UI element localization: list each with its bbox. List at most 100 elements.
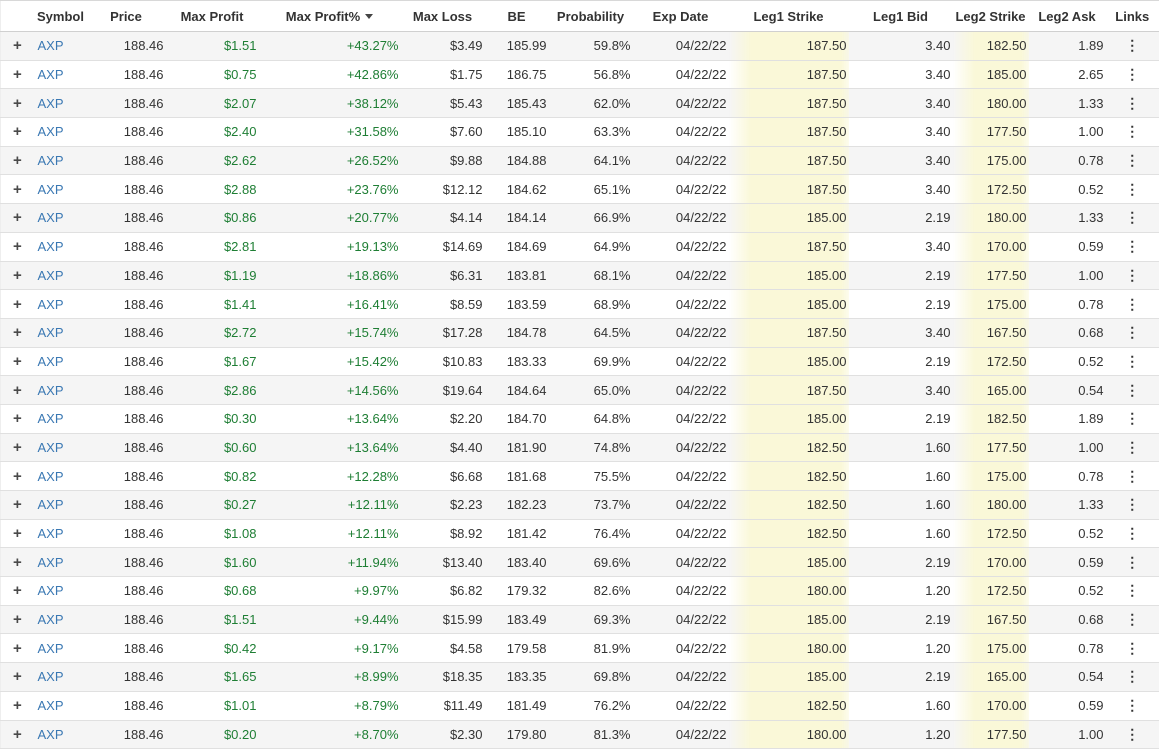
expand-row-icon[interactable]: + bbox=[13, 181, 22, 198]
row-menu-icon[interactable]: ⋮ bbox=[1125, 296, 1139, 312]
cell-probability: 64.9% bbox=[548, 232, 633, 262]
row-menu-icon[interactable]: ⋮ bbox=[1125, 37, 1139, 53]
column-header-leg1_bid[interactable]: Leg1 Bid bbox=[848, 0, 953, 32]
row-menu-icon[interactable]: ⋮ bbox=[1125, 66, 1139, 82]
symbol-link[interactable]: AXP bbox=[38, 67, 64, 82]
row-menu-icon[interactable]: ⋮ bbox=[1125, 496, 1139, 512]
row-menu-icon[interactable]: ⋮ bbox=[1125, 209, 1139, 225]
cell-max_profit_pct: +8.79% bbox=[258, 691, 401, 721]
expand-row-icon[interactable]: + bbox=[13, 152, 22, 169]
symbol-link[interactable]: AXP bbox=[38, 727, 64, 742]
row-menu-icon[interactable]: ⋮ bbox=[1125, 582, 1139, 598]
column-label: Max Profit% bbox=[285, 8, 361, 24]
row-menu-icon[interactable]: ⋮ bbox=[1125, 726, 1139, 742]
expand-row-icon[interactable]: + bbox=[13, 496, 22, 513]
column-header-max_profit_pct[interactable]: Max Profit% bbox=[258, 0, 401, 32]
symbol-link[interactable]: AXP bbox=[38, 583, 64, 598]
expand-row-icon[interactable]: + bbox=[13, 353, 22, 370]
expand-row-icon[interactable]: + bbox=[13, 525, 22, 542]
expand-row-icon[interactable]: + bbox=[13, 238, 22, 255]
symbol-link[interactable]: AXP bbox=[38, 669, 64, 684]
row-menu-icon[interactable]: ⋮ bbox=[1125, 181, 1139, 197]
row-menu-icon[interactable]: ⋮ bbox=[1125, 353, 1139, 369]
column-header-max_loss[interactable]: Max Loss bbox=[400, 0, 485, 32]
symbol-link[interactable]: AXP bbox=[38, 612, 64, 627]
column-header-exp_date[interactable]: Exp Date bbox=[632, 0, 729, 32]
column-header-be[interactable]: BE bbox=[484, 0, 549, 32]
column-header-leg2_ask[interactable]: Leg2 Ask bbox=[1028, 0, 1106, 32]
expand-row-icon[interactable]: + bbox=[13, 382, 22, 399]
row-menu-icon[interactable]: ⋮ bbox=[1125, 382, 1139, 398]
row-menu-icon[interactable]: ⋮ bbox=[1125, 267, 1139, 283]
expand-row-icon[interactable]: + bbox=[13, 582, 22, 599]
cell-max_profit_pct: +8.99% bbox=[258, 662, 401, 692]
row-menu-icon[interactable]: ⋮ bbox=[1125, 123, 1139, 139]
expand-row-icon[interactable]: + bbox=[13, 123, 22, 140]
row-menu-icon[interactable]: ⋮ bbox=[1125, 95, 1139, 111]
symbol-link[interactable]: AXP bbox=[38, 268, 64, 283]
column-header-leg2_strike[interactable]: Leg2 Strike bbox=[952, 0, 1029, 32]
column-header-leg1_strike[interactable]: Leg1 Strike bbox=[728, 0, 849, 32]
expand-row-icon[interactable]: + bbox=[13, 554, 22, 571]
expand-row-icon[interactable]: + bbox=[13, 37, 22, 54]
symbol-link[interactable]: AXP bbox=[38, 153, 64, 168]
row-menu-icon[interactable]: ⋮ bbox=[1125, 152, 1139, 168]
expand-row-icon[interactable]: + bbox=[13, 324, 22, 341]
symbol-link[interactable]: AXP bbox=[38, 354, 64, 369]
expand-row-icon[interactable]: + bbox=[13, 296, 22, 313]
symbol-link[interactable]: AXP bbox=[38, 96, 64, 111]
expand-row-icon[interactable]: + bbox=[13, 468, 22, 485]
results-table: Symbol Price Max Profit Max Profit% Max Loss… bbox=[0, 0, 1159, 750]
expand-row-icon[interactable]: + bbox=[13, 726, 22, 743]
expand-row-icon[interactable]: + bbox=[13, 410, 22, 427]
column-header-max_profit[interactable]: Max Profit bbox=[165, 0, 259, 32]
expand-row-icon[interactable]: + bbox=[13, 697, 22, 714]
row-menu-icon[interactable]: ⋮ bbox=[1125, 697, 1139, 713]
symbol-link[interactable]: AXP bbox=[38, 325, 64, 340]
symbol-link[interactable]: AXP bbox=[38, 440, 64, 455]
row-menu-icon[interactable]: ⋮ bbox=[1125, 554, 1139, 570]
symbol-link[interactable]: AXP bbox=[38, 38, 64, 53]
row-menu-icon[interactable]: ⋮ bbox=[1125, 410, 1139, 426]
symbol-link[interactable]: AXP bbox=[38, 469, 64, 484]
symbol-link[interactable]: AXP bbox=[38, 555, 64, 570]
table-row: + AXP 188.46 $0.86 +20.77% $4.14 184.14 66.9% 04… bbox=[0, 203, 1159, 233]
expand-row-icon[interactable]: + bbox=[13, 209, 22, 226]
cell-max_profit: $0.82 bbox=[165, 461, 259, 491]
symbol-link[interactable]: AXP bbox=[38, 239, 64, 254]
column-header-price[interactable]: Price bbox=[86, 0, 166, 32]
symbol-link[interactable]: AXP bbox=[38, 497, 64, 512]
row-menu-icon[interactable]: ⋮ bbox=[1125, 640, 1139, 656]
symbol-link[interactable]: AXP bbox=[38, 124, 64, 139]
row-menu-icon[interactable]: ⋮ bbox=[1125, 324, 1139, 340]
cell-price: 188.46 bbox=[86, 117, 166, 147]
symbol-link[interactable]: AXP bbox=[38, 383, 64, 398]
row-menu-icon[interactable]: ⋮ bbox=[1125, 468, 1139, 484]
cell-symbol: AXP bbox=[34, 576, 87, 606]
cell-exp_date: 04/22/22 bbox=[632, 60, 729, 90]
expand-row-icon[interactable]: + bbox=[13, 95, 22, 112]
symbol-link[interactable]: AXP bbox=[38, 182, 64, 197]
symbol-link[interactable]: AXP bbox=[38, 411, 64, 426]
expand-row-icon[interactable]: + bbox=[13, 611, 22, 628]
symbol-link[interactable]: AXP bbox=[38, 526, 64, 541]
symbol-link[interactable]: AXP bbox=[38, 297, 64, 312]
expand-row-icon[interactable]: + bbox=[13, 640, 22, 657]
cell-probability: 69.6% bbox=[548, 547, 633, 578]
expand-row-icon[interactable]: + bbox=[13, 66, 22, 83]
column-header-probability[interactable]: Probability bbox=[548, 0, 633, 32]
expand-row-icon[interactable]: + bbox=[13, 267, 22, 284]
cell-leg2_ask: 0.52 bbox=[1028, 576, 1106, 606]
row-menu-icon[interactable]: ⋮ bbox=[1125, 611, 1139, 627]
column-header-symbol[interactable]: Symbol bbox=[34, 0, 87, 32]
symbol-link[interactable]: AXP bbox=[38, 698, 64, 713]
row-menu-icon[interactable]: ⋮ bbox=[1125, 439, 1139, 455]
symbol-link[interactable]: AXP bbox=[38, 641, 64, 656]
expand-row-icon[interactable]: + bbox=[13, 668, 22, 685]
expand-row-icon[interactable]: + bbox=[13, 439, 22, 456]
row-menu-icon[interactable]: ⋮ bbox=[1125, 525, 1139, 541]
symbol-link[interactable]: AXP bbox=[38, 210, 64, 225]
row-menu-icon[interactable]: ⋮ bbox=[1125, 668, 1139, 684]
column-header-links[interactable]: Links bbox=[1105, 0, 1159, 32]
row-menu-icon[interactable]: ⋮ bbox=[1125, 238, 1139, 254]
